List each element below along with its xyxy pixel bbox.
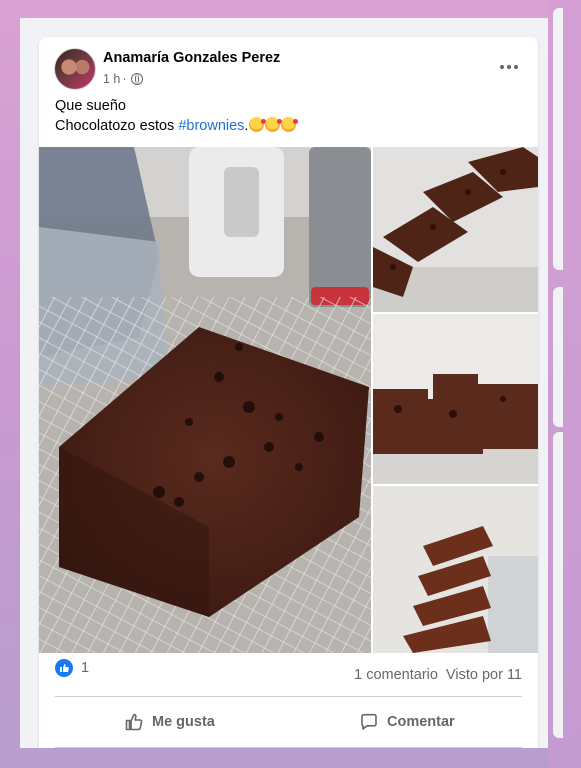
more-options-icon [500,65,504,69]
adjacent-panel-edge [553,432,563,738]
post-timestamp[interactable]: 1 h [103,72,120,86]
like-count: 1 [81,660,90,676]
more-options-dot [507,65,511,69]
reaction-summary[interactable]: 1 [55,659,89,677]
brownie-squares-photo-image [373,314,538,484]
author-name[interactable]: Anamaría Gonzales Perez [103,50,280,66]
comment-button-label: Comentar [387,714,455,730]
feed-viewport: Anamaría Gonzales Perez 1 h · Que sueño … [20,18,548,748]
smiling-face-with-hearts-icon [265,117,283,132]
post-text-line-2: Chocolatozo estos #brownies. [55,116,299,136]
like-icon [55,659,73,677]
adjacent-panel-edge [553,287,563,427]
more-options-button[interactable] [491,49,527,85]
brownie-stack-photo-image [373,486,538,653]
post-stats: 1 comentario Visto por 11 [354,667,522,683]
post-text-prefix: Chocolatozo estos [55,118,179,134]
post-text: Que sueño Chocolatozo estos #brownies. [55,96,299,136]
photo-brownie-squares-2[interactable] [373,314,538,484]
globe-icon [130,73,143,85]
divider [55,747,522,748]
smiling-face-with-hearts-icon [281,117,299,132]
photo-brownie-pan[interactable] [39,147,371,653]
divider [55,696,522,697]
more-options-dot [514,65,518,69]
photo-brownie-squares-1[interactable] [373,147,538,312]
smiling-face-with-hearts-icon [249,117,267,132]
views-count[interactable]: Visto por 11 [446,667,522,683]
post-text-line-1: Que sueño [55,98,126,114]
thumbs-up-icon [125,713,143,731]
comment-icon [361,713,377,730]
photo-brownie-stack[interactable] [373,486,538,653]
comments-count-link[interactable]: 1 comentario [354,667,438,683]
like-button[interactable]: Me gusta [124,706,215,738]
post-meta: 1 h · [103,72,143,86]
like-button-label: Me gusta [152,714,215,730]
meta-separator: · [122,72,127,86]
author-avatar[interactable] [54,48,96,90]
photo-grid [39,147,538,653]
adjacent-panel-edge [553,8,563,270]
brownie-squares-photo-image [373,147,538,312]
brownie-pan-photo-image [39,147,371,653]
comment-button[interactable]: Comentar [359,706,455,738]
post-card: Anamaría Gonzales Perez 1 h · Que sueño … [39,37,538,748]
post-text-suffix: . [244,118,249,134]
hashtag-link[interactable]: #brownies [178,118,244,134]
